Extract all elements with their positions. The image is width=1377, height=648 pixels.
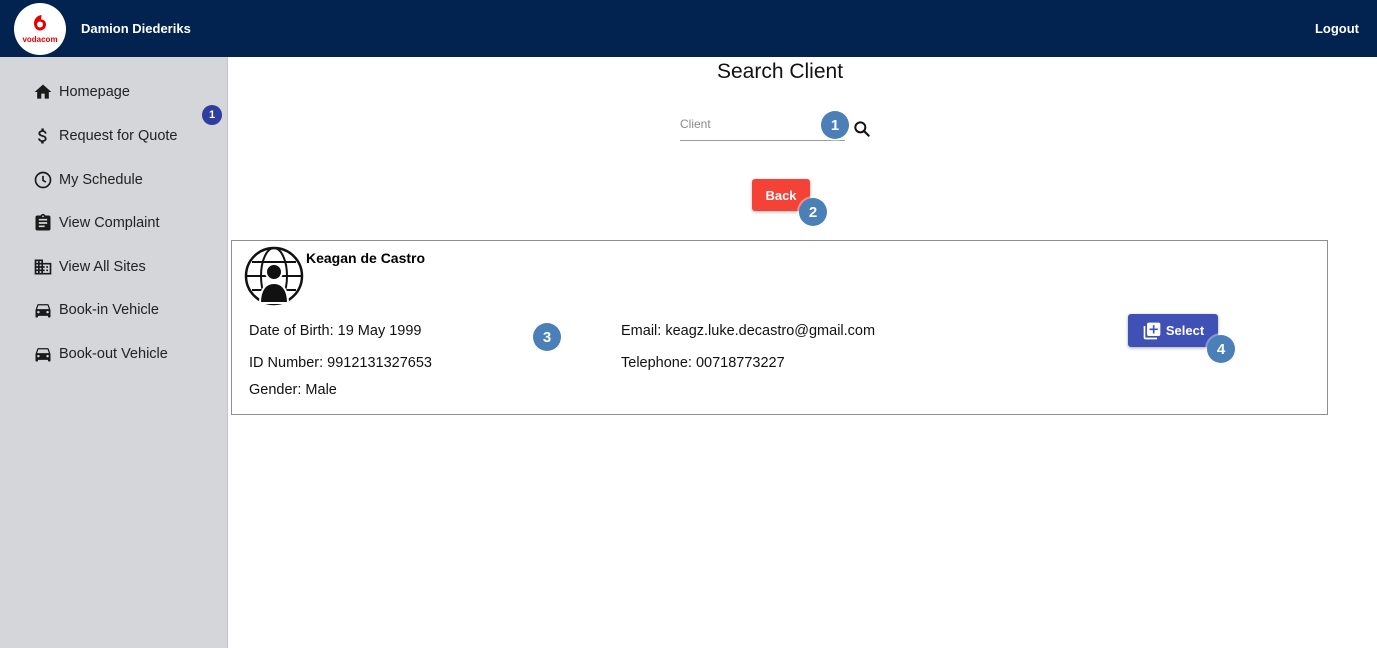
user-name: Damion Diederiks [81,21,191,36]
client-card: Keagan de Castro Date of Birth: 19 May 1… [231,240,1328,415]
sidebar-item-my-schedule[interactable]: My Schedule [33,168,143,192]
sidebar-item-book-out-vehicle[interactable]: Book-out Vehicle [33,342,168,366]
sidebar-item-book-in-vehicle[interactable]: Book-in Vehicle [33,298,159,322]
sidebar-item-label: Book-out Vehicle [59,346,168,362]
sidebar-item-label: Homepage [59,84,130,100]
page-title: Search Client [716,60,844,83]
step-marker-3: 3 [533,323,561,351]
client-search-input[interactable] [680,113,820,131]
select-client-button[interactable]: Select [1128,314,1218,347]
search-icon [854,121,870,137]
building-icon [34,259,52,275]
add-to-library-icon [1143,322,1161,339]
step-marker-4: 4 [1207,335,1235,363]
car-icon [35,348,51,362]
clipboard-icon [35,213,51,231]
logout-button[interactable]: Logout [1315,21,1359,36]
sidebar-item-label: View Complaint [59,215,160,231]
sidebar-item-view-complaint[interactable]: View Complaint [33,211,159,235]
car-icon [35,304,51,318]
logo-text: vodacom [22,35,58,44]
client-id-number: ID Number: 9912131327653 [249,355,432,371]
sidebar-item-label: Request for Quote [59,128,178,144]
client-name: Keagan de Castro [306,250,426,266]
home-icon [34,84,52,99]
client-gender: Gender: Male [249,382,337,398]
clock-icon [34,171,52,189]
sidebar-item-label: View All Sites [59,259,146,275]
dollar-icon [38,128,47,144]
vodacom-logo[interactable]: vodacom [14,3,66,55]
select-button-label: Select [1165,323,1205,338]
client-avatar-icon [244,246,304,306]
sidebar-item-label: My Schedule [59,172,143,188]
top-bar: vodacom Damion Diederiks Logout [0,0,1377,57]
step-marker-1: 1 [821,111,849,139]
client-telephone: Telephone: 00718773227 [621,355,785,371]
vodacom-logo-icon [29,13,51,35]
sidebar-item-view-all-sites[interactable]: View All Sites [33,255,146,279]
sidebar-item-request-for-quote[interactable]: Request for Quote [33,124,178,148]
search-button[interactable] [852,119,872,144]
sidebar-item-homepage[interactable]: Homepage [33,80,130,104]
client-dob: Date of Birth: 19 May 1999 [249,323,422,339]
step-marker-2: 2 [799,198,827,226]
sidebar: Homepage Request for Quote 1 My Schedule… [0,57,228,648]
client-email: Email: keagz.luke.decastro@gmail.com [621,323,876,339]
notification-badge: 1 [202,105,222,125]
sidebar-item-label: Book-in Vehicle [59,302,159,318]
